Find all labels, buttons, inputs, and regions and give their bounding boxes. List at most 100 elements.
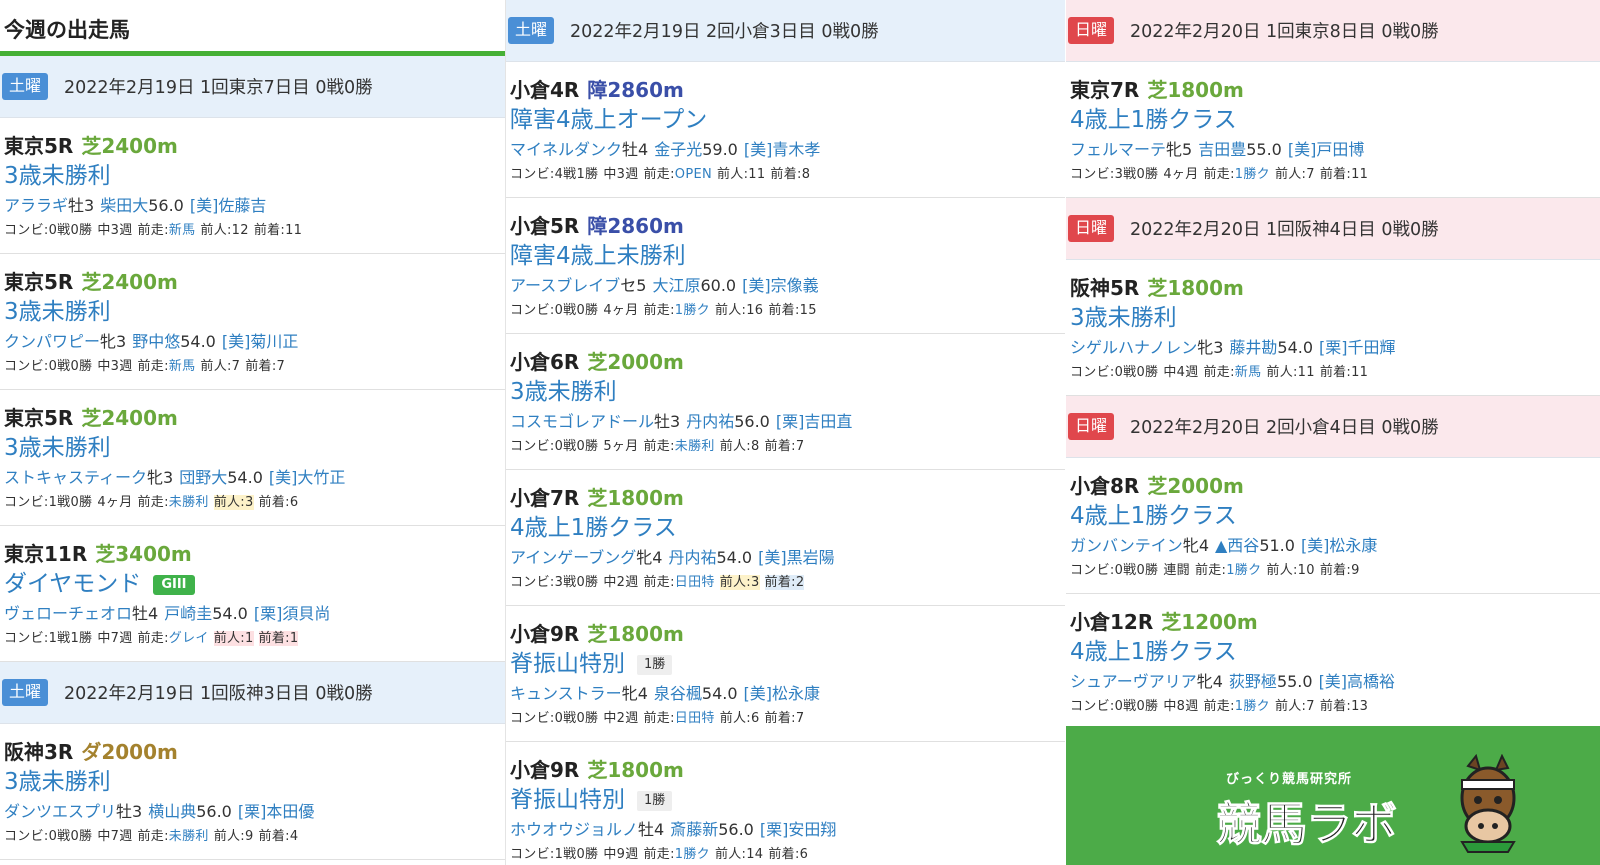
previous-race-link[interactable]: 新馬 — [169, 223, 196, 238]
trainer-link[interactable]: [美]高橋裕 — [1319, 672, 1396, 691]
jockey-link[interactable]: 大江原 — [652, 276, 700, 295]
horse-name-link[interactable]: キュンストラー — [510, 684, 622, 703]
race-entry[interactable]: 阪神3R ダ2000m 3歳未勝利 ダンツエスプリ牡3 横山典56.0 [栗]本田優 コンビ… — [0, 724, 505, 860]
jockey-link[interactable]: 団野大 — [179, 468, 227, 487]
previous-race-link[interactable]: 1勝ク — [1235, 167, 1270, 182]
race-class-link[interactable]: 3歳未勝利 — [4, 769, 111, 795]
combi-record: コンビ:3戦0勝 — [510, 575, 599, 590]
day-info: 2022年2月19日 2回小倉3日目 0戦0勝 — [570, 22, 879, 42]
race-class-link[interactable]: 4歳上1勝クラス — [1070, 639, 1237, 665]
race-entry[interactable]: 小倉7R 芝1800m 4歳上1勝クラス アインゲーブング牝4 丹内祐54.0 [美]黒岩… — [506, 470, 1065, 606]
previous-race-link[interactable]: 1勝ク — [1226, 563, 1261, 578]
race-entry[interactable]: 小倉8R 芝2000m 4歳上1勝クラス ガンバンテイン牝4 ▲西谷51.0 [美]松永康… — [1066, 458, 1600, 594]
previous-race-link[interactable]: 1勝ク — [1235, 699, 1270, 714]
trainer-link[interactable]: [美]松永康 — [1301, 536, 1378, 555]
race-class-link[interactable]: 4歳上1勝クラス — [1070, 107, 1237, 133]
race-class-link[interactable]: 3歳未勝利 — [1070, 305, 1177, 331]
trainer-link[interactable]: [栗]本田優 — [238, 802, 315, 821]
race-entry[interactable]: 小倉12R 芝1200m 4歳上1勝クラス シュアーヴアリア牝4 荻野極55.0 [美]高… — [1066, 594, 1600, 730]
jockey-link[interactable]: 丹内祐 — [668, 548, 716, 567]
trainer-link[interactable]: [栗]千田輝 — [1319, 338, 1396, 357]
jockey-link[interactable]: 斎藤新 — [670, 820, 718, 839]
race-class-link[interactable]: 3歳未勝利 — [4, 163, 111, 189]
race-class-link[interactable]: 障害4歳上オープン — [510, 107, 707, 133]
jockey-link[interactable]: 荻野極 — [1229, 672, 1277, 691]
previous-race-link[interactable]: 日田特 — [675, 711, 715, 726]
jockey-link[interactable]: 藤井勘 — [1229, 338, 1277, 357]
previous-race-link[interactable]: 未勝利 — [169, 829, 209, 844]
jockey-link[interactable]: 戸崎圭 — [164, 604, 212, 623]
trainer-link[interactable]: [美]黒岩陽 — [758, 548, 835, 567]
previous-race-link[interactable]: 新馬 — [1235, 365, 1262, 380]
horse-name-link[interactable]: シュアーヴアリア — [1070, 672, 1197, 691]
race-entry[interactable]: 阪神5R 芝1800m 3歳未勝利 シゲルハナノレン牝3 藤井勘54.0 [栗]千田輝 コン… — [1066, 260, 1600, 396]
trainer-link[interactable]: [美]戸田博 — [1288, 140, 1365, 159]
race-entry[interactable]: 東京5R 芝2400m 3歳未勝利 アララギ牡3 柴田大56.0 [美]佐藤吉 コンビ:0戦… — [0, 118, 505, 254]
trainer-link[interactable]: [美]青木孝 — [744, 140, 821, 159]
jockey-link[interactable]: ▲西谷 — [1215, 536, 1259, 555]
previous-race-link[interactable]: 新馬 — [169, 359, 196, 374]
horse-name-link[interactable]: ホウオウジョルノ — [510, 820, 638, 839]
jockey-link[interactable]: 泉谷楓 — [654, 684, 702, 703]
trainer-link[interactable]: [栗]須貝尚 — [254, 604, 331, 623]
previous-race-link[interactable]: 1勝ク — [675, 847, 710, 862]
trainer-link[interactable]: [美]菊川正 — [222, 332, 299, 351]
previous-race-link[interactable]: OPEN — [675, 167, 712, 182]
race-entry[interactable]: 東京11R 芝3400m ダイヤモンド GIII ヴェローチェオロ牡4 戸崎圭54.0 [栗… — [0, 526, 505, 662]
previous-race-link[interactable]: 1勝ク — [675, 303, 710, 318]
combi-record: コンビ:1戦1勝 — [4, 631, 93, 646]
jockey-link[interactable]: 金子光 — [654, 140, 702, 159]
horse-name-link[interactable]: ガンバンテイン — [1070, 536, 1183, 555]
previous-race-link[interactable]: 未勝利 — [169, 495, 209, 510]
horse-name-link[interactable]: アースブレイブ — [510, 276, 620, 295]
race-class-link[interactable]: ダイヤモンド — [4, 571, 141, 597]
trainer-link[interactable]: [栗]吉田直 — [776, 412, 853, 431]
race-heading: 小倉5R 障2860m — [510, 210, 1065, 240]
race-class-link[interactable]: 脊振山特別 — [510, 787, 625, 813]
trainer-link[interactable]: [栗]安田翔 — [760, 820, 837, 839]
race-class-link[interactable]: 3歳未勝利 — [4, 299, 111, 325]
race-entry[interactable]: 小倉9R 芝1800m 脊振山特別 1勝 ホウオウジョルノ牡4 斎藤新56.0 [栗]安田翔… — [506, 742, 1065, 865]
jockey-link[interactable]: 柴田大 — [100, 196, 148, 215]
trainer-link[interactable]: [美]佐藤吉 — [190, 196, 267, 215]
horse-name-link[interactable]: フェルマーテ — [1070, 140, 1166, 159]
race-entry[interactable]: 東京5R 芝2400m 3歳未勝利 ストキャスティーク牝3 団野大54.0 [美]大竹正コ… — [0, 390, 505, 526]
sex-age: 牝4 — [1196, 672, 1223, 691]
trainer-link[interactable]: [美]宗像義 — [742, 276, 819, 295]
previous-race-link[interactable]: 未勝利 — [675, 439, 715, 454]
jockey-link[interactable]: 丹内祐 — [686, 412, 734, 431]
race-entry[interactable]: 小倉6R 芝2000m 3歳未勝利 コスモゴレアドール牡3 丹内祐56.0 [栗]吉田直コ… — [506, 334, 1065, 470]
horse-name-link[interactable]: コスモゴレアドール — [510, 412, 654, 431]
race-class-link[interactable]: 4歳上1勝クラス — [510, 515, 677, 541]
previous-race-link[interactable]: 日田特 — [675, 575, 715, 590]
horse-name-link[interactable]: アインゲーブング — [510, 548, 636, 567]
race-class-link[interactable]: 3歳未勝利 — [510, 379, 617, 405]
race-entry[interactable]: 小倉4R 障2860m 障害4歳上オープン マイネルダンク牡4 金子光59.0 [美]青木… — [506, 62, 1065, 198]
race-entry[interactable]: 小倉9R 芝1800m 脊振山特別 1勝 キュンストラー牝4 泉谷楓54.0 [美]松永康コ… — [506, 606, 1065, 742]
trainer-link[interactable]: [美]大竹正 — [269, 468, 346, 487]
race-class-link[interactable]: 障害4歳上未勝利 — [510, 243, 686, 269]
jockey-link[interactable]: 横山典 — [148, 802, 196, 821]
race-entry[interactable]: 東京5R 芝2400m 3歳未勝利 クンパワピー牝3 野中悠54.0 [美]菊川正 コンビ:… — [0, 254, 505, 390]
keiba-lab-logo[interactable]: びっくり競馬研究所 競馬ラボ — [1066, 726, 1600, 865]
race-class-link[interactable]: 3歳未勝利 — [4, 435, 111, 461]
horse-name-link[interactable]: クンパワピー — [4, 332, 100, 351]
jockey-link[interactable]: 吉田豊 — [1198, 140, 1246, 159]
horse-name-link[interactable]: ヴェローチェオロ — [4, 604, 132, 623]
previous-finish: 前着:7 — [764, 439, 805, 454]
trainer-link[interactable]: [美]松永康 — [744, 684, 821, 703]
race-class-link[interactable]: 4歳上1勝クラス — [1070, 503, 1237, 529]
horse-name-link[interactable]: シゲルハナノレン — [1070, 338, 1197, 357]
previous-race-link[interactable]: グレイ — [169, 631, 209, 646]
horse-line: クンパワピー牝3 野中悠54.0 [美]菊川正 — [4, 328, 505, 355]
race-entry[interactable]: 東京7R 芝1800m 4歳上1勝クラス フェルマーテ牝5 吉田豊55.0 [美]戸田博コ… — [1066, 62, 1600, 198]
jockey-link[interactable]: 野中悠 — [132, 332, 180, 351]
previous-race-label: 前走: — [137, 829, 169, 844]
horse-name-link[interactable]: ダンツエスプリ — [4, 802, 116, 821]
previous-race-label: 前走: — [137, 495, 169, 510]
horse-name-link[interactable]: ストキャスティーク — [4, 468, 147, 487]
race-class-link[interactable]: 脊振山特別 — [510, 651, 625, 677]
race-entry[interactable]: 小倉5R 障2860m 障害4歳上未勝利 アースブレイブセ5 大江原60.0 [美]宗像義… — [506, 198, 1065, 334]
horse-name-link[interactable]: アララギ — [4, 196, 68, 215]
horse-name-link[interactable]: マイネルダンク — [510, 140, 622, 159]
